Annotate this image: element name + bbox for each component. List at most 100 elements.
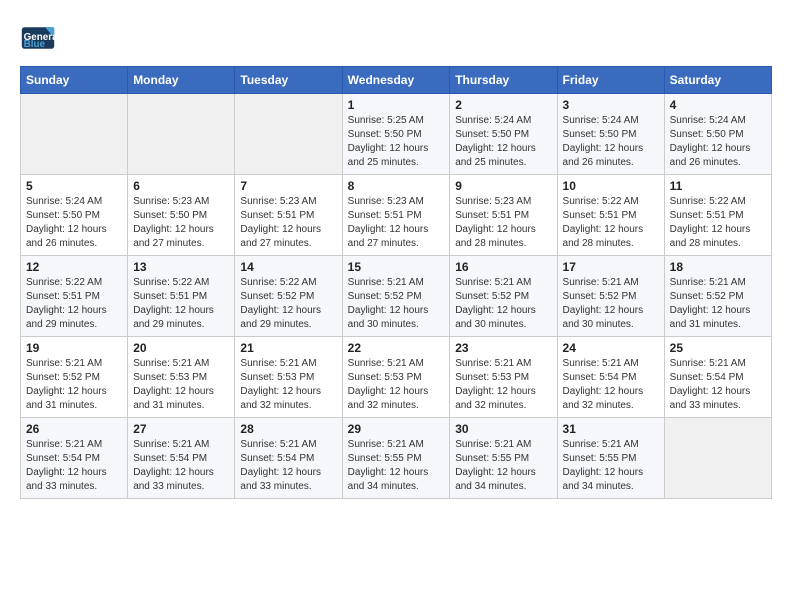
calendar-cell: 19Sunrise: 5:21 AM Sunset: 5:52 PM Dayli…	[21, 337, 128, 418]
day-number: 29	[348, 422, 445, 436]
day-number: 9	[455, 179, 551, 193]
day-number: 30	[455, 422, 551, 436]
day-number: 13	[133, 260, 229, 274]
day-number: 7	[240, 179, 336, 193]
calendar-cell: 4 Sunrise: 5:24 AM Sunset: 5:50 PM Daylig…	[664, 94, 771, 175]
day-info: Sunrise: 5:21 AM Sunset: 5:54 PM Dayligh…	[563, 357, 659, 413]
calendar-cell: 6 Sunrise: 5:23 AM Sunset: 5:50 PM Daylig…	[128, 175, 235, 256]
day-info: Sunrise: 5:21 AM Sunset: 5:55 PM Dayligh…	[563, 438, 659, 494]
calendar-cell: 10Sunrise: 5:22 AM Sunset: 5:51 PM Dayli…	[557, 175, 664, 256]
calendar-cell: 20 Sunrise: 5:21 AM Sunset: 5:53 PM Dayli…	[128, 337, 235, 418]
svg-text:Blue: Blue	[24, 39, 46, 50]
calendar-cell: 14 Sunrise: 5:22 AM Sunset: 5:52 PM Dayli…	[235, 256, 342, 337]
day-info: Sunrise: 5:22 AM Sunset: 5:51 PM Dayligh…	[670, 195, 766, 251]
calendar-cell: 15 Sunrise: 5:21 AM Sunset: 5:52 PM Dayli…	[342, 256, 450, 337]
calendar-cell: 11 Sunrise: 5:22 AM Sunset: 5:51 PM Dayli…	[664, 175, 771, 256]
day-number: 31	[563, 422, 659, 436]
day-number: 21	[240, 341, 336, 355]
weekday-header-sunday: Sunday	[21, 67, 128, 94]
weekday-header-wednesday: Wednesday	[342, 67, 450, 94]
day-info: Sunrise: 5:21 AM Sunset: 5:52 PM Dayligh…	[348, 276, 445, 332]
day-info: Sunrise: 5:21 AM Sunset: 5:52 PM Dayligh…	[670, 276, 766, 332]
weekday-header-friday: Friday	[557, 67, 664, 94]
calendar-cell: 30 Sunrise: 5:21 AM Sunset: 5:55 PM Dayli…	[450, 418, 557, 499]
day-number: 24	[563, 341, 659, 355]
day-info: Sunrise: 5:23 AM Sunset: 5:51 PM Dayligh…	[348, 195, 445, 251]
calendar-cell: 1Sunrise: 5:25 AM Sunset: 5:50 PM Daylig…	[342, 94, 450, 175]
day-info: Sunrise: 5:21 AM Sunset: 5:53 PM Dayligh…	[133, 357, 229, 413]
day-number: 14	[240, 260, 336, 274]
weekday-header-saturday: Saturday	[664, 67, 771, 94]
calendar-cell: 27Sunrise: 5:21 AM Sunset: 5:54 PM Dayli…	[128, 418, 235, 499]
calendar-cell: 29 Sunrise: 5:21 AM Sunset: 5:55 PM Dayli…	[342, 418, 450, 499]
day-info: Sunrise: 5:24 AM Sunset: 5:50 PM Dayligh…	[670, 114, 766, 170]
day-number: 15	[348, 260, 445, 274]
logo-icon: General Blue	[20, 20, 56, 56]
day-info: Sunrise: 5:23 AM Sunset: 5:51 PM Dayligh…	[240, 195, 336, 251]
calendar-week-row: 19Sunrise: 5:21 AM Sunset: 5:52 PM Dayli…	[21, 337, 772, 418]
day-number: 6	[133, 179, 229, 193]
weekday-header-monday: Monday	[128, 67, 235, 94]
calendar-cell	[235, 94, 342, 175]
calendar-cell: 28Sunrise: 5:21 AM Sunset: 5:54 PM Dayli…	[235, 418, 342, 499]
calendar-cell: 16 Sunrise: 5:21 AM Sunset: 5:52 PM Dayli…	[450, 256, 557, 337]
day-info: Sunrise: 5:21 AM Sunset: 5:52 PM Dayligh…	[563, 276, 659, 332]
day-number: 27	[133, 422, 229, 436]
calendar-cell: 9 Sunrise: 5:23 AM Sunset: 5:51 PM Daylig…	[450, 175, 557, 256]
calendar-cell: 7 Sunrise: 5:23 AM Sunset: 5:51 PM Daylig…	[235, 175, 342, 256]
calendar-cell: 17 Sunrise: 5:21 AM Sunset: 5:52 PM Dayli…	[557, 256, 664, 337]
day-info: Sunrise: 5:23 AM Sunset: 5:51 PM Dayligh…	[455, 195, 551, 251]
calendar-cell: 24 Sunrise: 5:21 AM Sunset: 5:54 PM Dayli…	[557, 337, 664, 418]
calendar-body: 1Sunrise: 5:25 AM Sunset: 5:50 PM Daylig…	[21, 94, 772, 499]
day-number: 12	[26, 260, 122, 274]
weekday-header-tuesday: Tuesday	[235, 67, 342, 94]
day-info: Sunrise: 5:24 AM Sunset: 5:50 PM Dayligh…	[26, 195, 122, 251]
day-info: Sunrise: 5:22 AM Sunset: 5:52 PM Dayligh…	[240, 276, 336, 332]
day-info: Sunrise: 5:24 AM Sunset: 5:50 PM Dayligh…	[455, 114, 551, 170]
weekday-header-thursday: Thursday	[450, 67, 557, 94]
calendar-week-row: 5 Sunrise: 5:24 AM Sunset: 5:50 PM Daylig…	[21, 175, 772, 256]
day-info: Sunrise: 5:21 AM Sunset: 5:55 PM Dayligh…	[455, 438, 551, 494]
day-number: 11	[670, 179, 766, 193]
day-info: Sunrise: 5:21 AM Sunset: 5:53 PM Dayligh…	[240, 357, 336, 413]
day-info: Sunrise: 5:22 AM Sunset: 5:51 PM Dayligh…	[26, 276, 122, 332]
day-info: Sunrise: 5:21 AM Sunset: 5:52 PM Dayligh…	[26, 357, 122, 413]
calendar-cell: 5 Sunrise: 5:24 AM Sunset: 5:50 PM Daylig…	[21, 175, 128, 256]
day-info: Sunrise: 5:21 AM Sunset: 5:54 PM Dayligh…	[26, 438, 122, 494]
day-number: 25	[670, 341, 766, 355]
day-info: Sunrise: 5:21 AM Sunset: 5:52 PM Dayligh…	[455, 276, 551, 332]
calendar-cell	[21, 94, 128, 175]
day-info: Sunrise: 5:21 AM Sunset: 5:55 PM Dayligh…	[348, 438, 445, 494]
day-number: 16	[455, 260, 551, 274]
day-number: 4	[670, 98, 766, 112]
day-number: 17	[563, 260, 659, 274]
calendar-week-row: 1Sunrise: 5:25 AM Sunset: 5:50 PM Daylig…	[21, 94, 772, 175]
calendar-cell: 8 Sunrise: 5:23 AM Sunset: 5:51 PM Daylig…	[342, 175, 450, 256]
day-info: Sunrise: 5:22 AM Sunset: 5:51 PM Dayligh…	[563, 195, 659, 251]
day-number: 23	[455, 341, 551, 355]
calendar-week-row: 26Sunrise: 5:21 AM Sunset: 5:54 PM Dayli…	[21, 418, 772, 499]
calendar-cell: 22 Sunrise: 5:21 AM Sunset: 5:53 PM Dayli…	[342, 337, 450, 418]
day-info: Sunrise: 5:21 AM Sunset: 5:54 PM Dayligh…	[240, 438, 336, 494]
day-number: 2	[455, 98, 551, 112]
day-number: 5	[26, 179, 122, 193]
calendar-cell: 18 Sunrise: 5:21 AM Sunset: 5:52 PM Dayli…	[664, 256, 771, 337]
day-info: Sunrise: 5:25 AM Sunset: 5:50 PM Dayligh…	[348, 114, 445, 170]
day-info: Sunrise: 5:21 AM Sunset: 5:53 PM Dayligh…	[455, 357, 551, 413]
calendar-cell: 2 Sunrise: 5:24 AM Sunset: 5:50 PM Daylig…	[450, 94, 557, 175]
calendar-cell: 23 Sunrise: 5:21 AM Sunset: 5:53 PM Dayli…	[450, 337, 557, 418]
calendar-cell	[128, 94, 235, 175]
day-number: 22	[348, 341, 445, 355]
calendar-cell: 3Sunrise: 5:24 AM Sunset: 5:50 PM Daylig…	[557, 94, 664, 175]
day-number: 18	[670, 260, 766, 274]
calendar-cell: 25 Sunrise: 5:21 AM Sunset: 5:54 PM Dayli…	[664, 337, 771, 418]
calendar-week-row: 12 Sunrise: 5:22 AM Sunset: 5:51 PM Dayli…	[21, 256, 772, 337]
calendar-cell: 21 Sunrise: 5:21 AM Sunset: 5:53 PM Dayli…	[235, 337, 342, 418]
day-info: Sunrise: 5:22 AM Sunset: 5:51 PM Dayligh…	[133, 276, 229, 332]
day-info: Sunrise: 5:23 AM Sunset: 5:50 PM Dayligh…	[133, 195, 229, 251]
calendar-table: SundayMondayTuesdayWednesdayThursdayFrid…	[20, 66, 772, 499]
day-info: Sunrise: 5:21 AM Sunset: 5:53 PM Dayligh…	[348, 357, 445, 413]
day-number: 20	[133, 341, 229, 355]
day-info: Sunrise: 5:21 AM Sunset: 5:54 PM Dayligh…	[670, 357, 766, 413]
day-number: 8	[348, 179, 445, 193]
